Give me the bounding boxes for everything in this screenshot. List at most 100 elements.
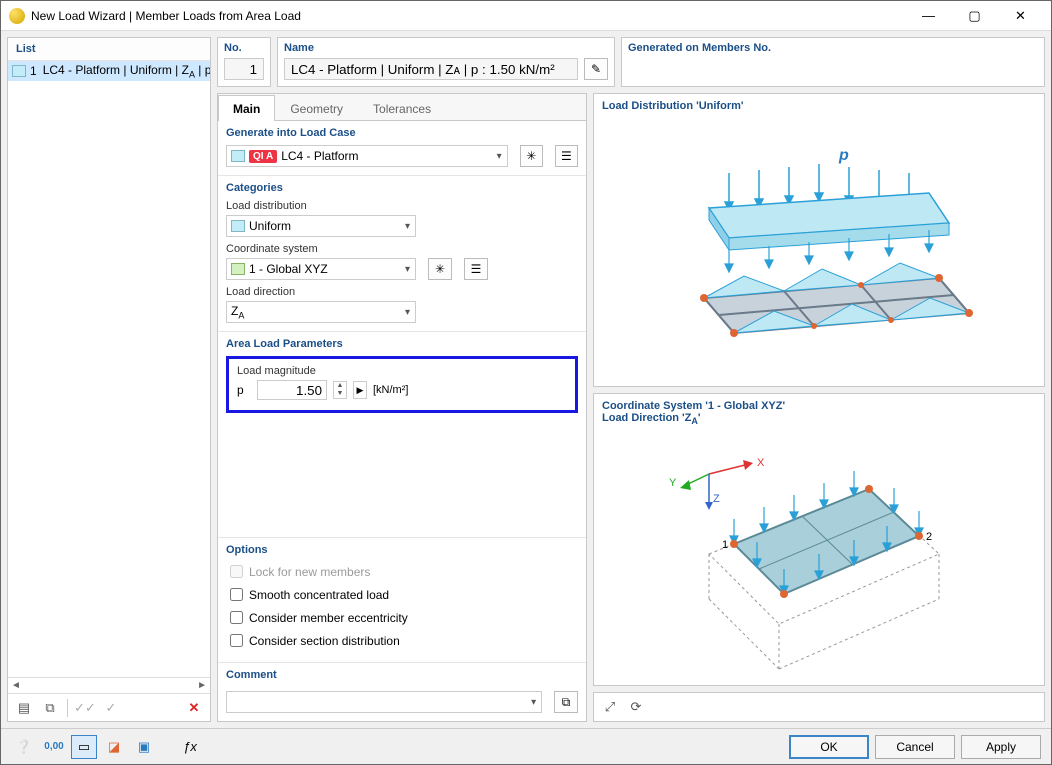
script-button[interactable]: ƒx <box>177 735 203 759</box>
window: New Load Wizard | Member Loads from Area… <box>0 0 1052 765</box>
area-load-params-title: Area Load Parameters <box>226 338 578 350</box>
window-title: New Load Wizard | Member Loads from Area… <box>31 9 906 23</box>
titlebar: New Load Wizard | Member Loads from Area… <box>1 1 1051 31</box>
p-symbol: p <box>237 383 251 397</box>
no-input[interactable] <box>224 58 264 80</box>
chevron-down-icon: ▾ <box>405 264 410 275</box>
load-magnitude-highlight: Load magnitude p ▲▼ ▶ [kN/m²] <box>226 356 578 413</box>
coord-system-value: 1 - Global XYZ <box>249 262 328 276</box>
distribution-combo[interactable]: Uniform ▾ <box>226 215 416 237</box>
load-case-swatch-icon <box>231 150 245 162</box>
no-label: No. <box>218 38 270 56</box>
list-panel: List 1 LC4 - Platform | Uniform | ZA | p… <box>7 37 211 722</box>
delete-item-button[interactable]: ✕ <box>182 697 206 719</box>
list-item-number: 1 <box>30 64 37 78</box>
list-scrollbar[interactable]: ◄► <box>8 677 210 693</box>
list-toolbar: ▤ ⧉ ✓✓ ✓ ✕ <box>8 693 210 721</box>
generated-panel: Generated on Members No. <box>621 37 1045 87</box>
footer: ❔ 0,00 ▭ ◪ ▣ ƒx OK Cancel Apply <box>1 728 1051 764</box>
new-item-button[interactable]: ▤ <box>12 697 36 719</box>
preview-tool-2[interactable]: ⟳ <box>624 696 648 718</box>
name-input[interactable] <box>284 58 578 80</box>
magnitude-unit: [kN/m²] <box>373 384 408 396</box>
copy-item-button[interactable]: ⧉ <box>38 697 62 719</box>
help-button[interactable]: ❔ <box>11 735 37 759</box>
distribution-value: Uniform <box>249 219 291 233</box>
list-body[interactable]: 1 LC4 - Platform | Uniform | ZA | p : <box>8 61 210 677</box>
comment-button[interactable]: ⧉ <box>554 691 578 713</box>
magnitude-input[interactable] <box>257 380 327 400</box>
apply-button[interactable]: Apply <box>961 735 1041 759</box>
tab-tolerances[interactable]: Tolerances <box>358 95 446 121</box>
main-area: No. Name ✎ Generated on Members No. <box>217 37 1045 722</box>
new-load-case-button[interactable]: ✳ <box>520 145 543 167</box>
smooth-checkbox[interactable] <box>230 588 243 601</box>
no-panel: No. <box>217 37 271 87</box>
name-panel: Name ✎ <box>277 37 615 87</box>
ok-button[interactable]: OK <box>789 735 869 759</box>
dist-preview-title: Load Distribution 'Uniform' <box>594 94 1044 114</box>
direction-combo[interactable]: ZA ▾ <box>226 301 416 323</box>
comment-combo[interactable]: ▾ <box>226 691 542 713</box>
dist-swatch-icon <box>231 220 245 232</box>
categories-title: Categories <box>226 182 578 194</box>
cancel-button[interactable]: Cancel <box>875 735 955 759</box>
load-case-pill: QI A <box>249 150 277 163</box>
cs-preview-line1: Coordinate System '1 - Global XYZ' <box>602 400 1036 412</box>
units-button[interactable]: 0,00 <box>41 735 67 759</box>
preview-tool-1[interactable]: ⤢ <box>598 696 622 718</box>
magnitude-stepper[interactable]: ▲▼ <box>333 381 347 399</box>
sect-checkbox[interactable] <box>230 634 243 647</box>
tab-geometry[interactable]: Geometry <box>275 95 358 121</box>
option-smooth[interactable]: Smooth concentrated load <box>226 585 578 604</box>
close-button[interactable]: ✕ <box>998 2 1043 30</box>
magnitude-label: Load magnitude <box>237 365 567 377</box>
generated-label: Generated on Members No. <box>622 38 1044 56</box>
minimize-button[interactable]: — <box>906 2 951 30</box>
check-button[interactable]: ✓✓ <box>73 697 97 719</box>
ecc-checkbox[interactable] <box>230 611 243 624</box>
view-mode-1[interactable]: ▭ <box>71 735 97 759</box>
view-mode-2[interactable]: ◪ <box>101 735 127 759</box>
direction-value: ZA <box>231 304 244 320</box>
coord-system-combo[interactable]: 1 - Global XYZ ▾ <box>226 258 416 280</box>
cs-preview-line2: Load Direction 'ZA' <box>602 412 1036 426</box>
comment-title: Comment <box>218 663 586 681</box>
app-icon <box>9 8 25 24</box>
maximize-button[interactable]: ▢ <box>952 2 997 30</box>
list-item-text: LC4 - Platform | Uniform | ZA | p : <box>43 63 210 79</box>
svg-text:1: 1 <box>722 539 728 551</box>
view-mode-3[interactable]: ▣ <box>131 735 157 759</box>
option-eccentricity[interactable]: Consider member eccentricity <box>226 608 578 627</box>
chevron-down-icon: ▾ <box>531 697 536 708</box>
name-label: Name <box>278 38 614 56</box>
cs-swatch-icon <box>231 263 245 275</box>
comment-group: Comment ▾ ⧉ <box>218 663 586 721</box>
svg-text:X: X <box>757 457 765 469</box>
generate-load-case-group: Generate into Load Case QI A LC4 - Platf… <box>218 121 586 175</box>
check2-button[interactable]: ✓ <box>99 697 123 719</box>
magnitude-menu-button[interactable]: ▶ <box>353 381 367 399</box>
tabs: Main Geometry Tolerances <box>218 94 586 121</box>
dist-label: Load distribution <box>226 200 578 212</box>
list-header: List <box>8 38 210 61</box>
svg-text:Y: Y <box>669 477 677 489</box>
dir-label: Load direction <box>226 286 578 298</box>
option-lock: Lock for new members <box>226 562 578 581</box>
svg-text:2: 2 <box>926 531 932 543</box>
chevron-down-icon: ▾ <box>497 151 502 162</box>
options-title: Options <box>226 544 578 556</box>
coord-preview: Coordinate System '1 - Global XYZ' Load … <box>593 393 1045 687</box>
library-button[interactable]: ☰ <box>555 145 578 167</box>
chevron-down-icon: ▾ <box>405 221 410 232</box>
coord-diagram: X Y Z <box>639 444 999 674</box>
tab-main[interactable]: Main <box>218 95 275 121</box>
new-cs-button[interactable]: ✳ <box>428 258 452 280</box>
list-item[interactable]: 1 LC4 - Platform | Uniform | ZA | p : <box>8 61 210 81</box>
categories-group: Categories Load distribution Uniform ▾ C… <box>218 176 586 331</box>
area-load-params-group: Area Load Parameters Load magnitude p ▲▼… <box>218 332 586 537</box>
load-case-combo[interactable]: QI A LC4 - Platform ▾ <box>226 145 508 167</box>
cs-library-button[interactable]: ☰ <box>464 258 488 280</box>
option-section[interactable]: Consider section distribution <box>226 631 578 650</box>
edit-name-button[interactable]: ✎ <box>584 58 608 80</box>
